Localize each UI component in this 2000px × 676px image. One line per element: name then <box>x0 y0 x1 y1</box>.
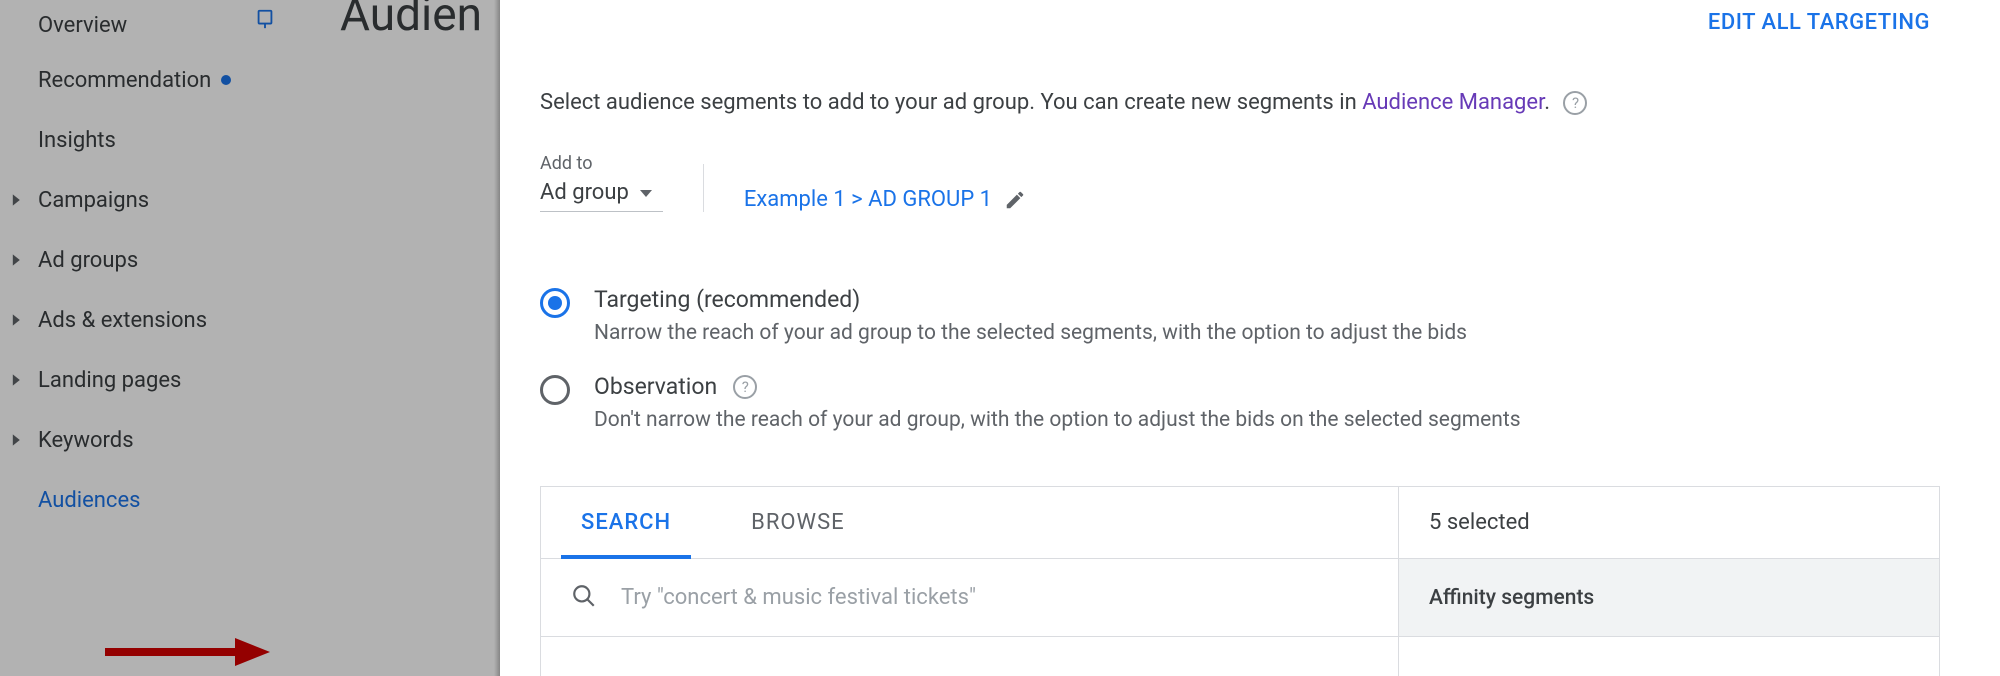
selected-count: 5 selected <box>1399 487 1939 559</box>
sidebar-item-label: Ads & extensions <box>38 308 207 333</box>
radio-targeting[interactable]: Targeting (recommended) Narrow the reach… <box>540 272 1940 359</box>
pencil-icon[interactable] <box>1004 189 1026 211</box>
chevron-right-icon <box>10 433 24 447</box>
sidebar-item-recommendations[interactable]: Recommendation <box>0 50 300 110</box>
sidebar-item-label: Audiences <box>38 488 140 513</box>
sidebar-item-label: Campaigns <box>38 188 149 213</box>
add-to-value: Ad group <box>540 180 629 205</box>
sidebar-item-label: Keywords <box>38 428 134 453</box>
sidebar-item-ad-groups[interactable]: Ad groups <box>0 230 300 290</box>
intro-text: Select audience segments to add to your … <box>540 90 1940 115</box>
help-icon[interactable]: ? <box>733 375 757 399</box>
segment-search-input[interactable] <box>621 585 1368 610</box>
sidebar-item-ads-extensions[interactable]: Ads & extensions <box>0 290 300 350</box>
intro-prefix: Select audience segments to add to your … <box>540 90 1362 115</box>
sidebar-item-label: Landing pages <box>38 368 181 393</box>
sidebar-item-label: Insights <box>38 128 116 153</box>
sidebar-item-audiences[interactable]: Audiences <box>0 470 300 530</box>
audience-panel: EDIT ALL TARGETING Select audience segme… <box>500 0 2000 676</box>
radio-icon <box>540 375 570 405</box>
sidebar-item-keywords[interactable]: Keywords <box>0 410 300 470</box>
chevron-down-icon <box>639 180 653 205</box>
sidebar-item-label: Recommendation <box>38 68 211 93</box>
affinity-segments-header: Affinity segments <box>1399 559 1939 637</box>
sidebar-item-label: Overview <box>38 13 127 38</box>
chevron-right-icon <box>10 313 24 327</box>
audience-manager-link[interactable]: Audience Manager <box>1362 90 1544 115</box>
sidebar-item-insights[interactable]: Insights <box>0 110 300 170</box>
chevron-right-icon <box>10 193 24 207</box>
radio-icon <box>540 288 570 318</box>
pin-icon <box>254 8 276 30</box>
notification-dot-icon <box>221 75 231 85</box>
chevron-right-icon <box>10 373 24 387</box>
radio-observation-desc: Don't narrow the reach of your ad group,… <box>594 408 1521 432</box>
sidebar-item-label: Ad groups <box>38 248 138 273</box>
chevron-right-icon <box>10 253 24 267</box>
page-title: Audien <box>340 0 482 42</box>
radio-targeting-desc: Narrow the reach of your ad group to the… <box>594 321 1467 345</box>
segment-picker: SEARCH BROWSE 5 selected Affinity segmen… <box>540 486 1940 676</box>
edit-all-targeting-button[interactable]: EDIT ALL TARGETING <box>1708 10 1930 35</box>
radio-observation-title: Observation <box>594 373 717 400</box>
sidebar-item-landing-pages[interactable]: Landing pages <box>0 350 300 410</box>
help-icon[interactable]: ? <box>1563 91 1587 115</box>
tab-browse[interactable]: BROWSE <box>711 487 884 558</box>
breadcrumb-text: Example 1 > AD GROUP 1 <box>744 187 992 212</box>
radio-observation[interactable]: Observation ? Don't narrow the reach of … <box>540 359 1940 446</box>
add-to-dropdown[interactable]: Add to Ad group <box>540 153 663 212</box>
sidebar: Overview Recommendation Insights Campaig… <box>0 0 300 676</box>
sidebar-item-overview[interactable]: Overview <box>0 0 300 50</box>
arrow-annotation-icon <box>100 632 270 676</box>
divider <box>703 164 704 212</box>
sidebar-item-campaigns[interactable]: Campaigns <box>0 170 300 230</box>
search-icon <box>571 583 597 613</box>
background-strip: Audien <box>300 0 500 676</box>
breadcrumb[interactable]: Example 1 > AD GROUP 1 <box>744 187 1026 212</box>
radio-targeting-title: Targeting (recommended) <box>594 286 1467 313</box>
tab-search[interactable]: SEARCH <box>541 487 711 558</box>
intro-suffix: . <box>1544 90 1550 115</box>
add-to-label: Add to <box>540 153 663 174</box>
